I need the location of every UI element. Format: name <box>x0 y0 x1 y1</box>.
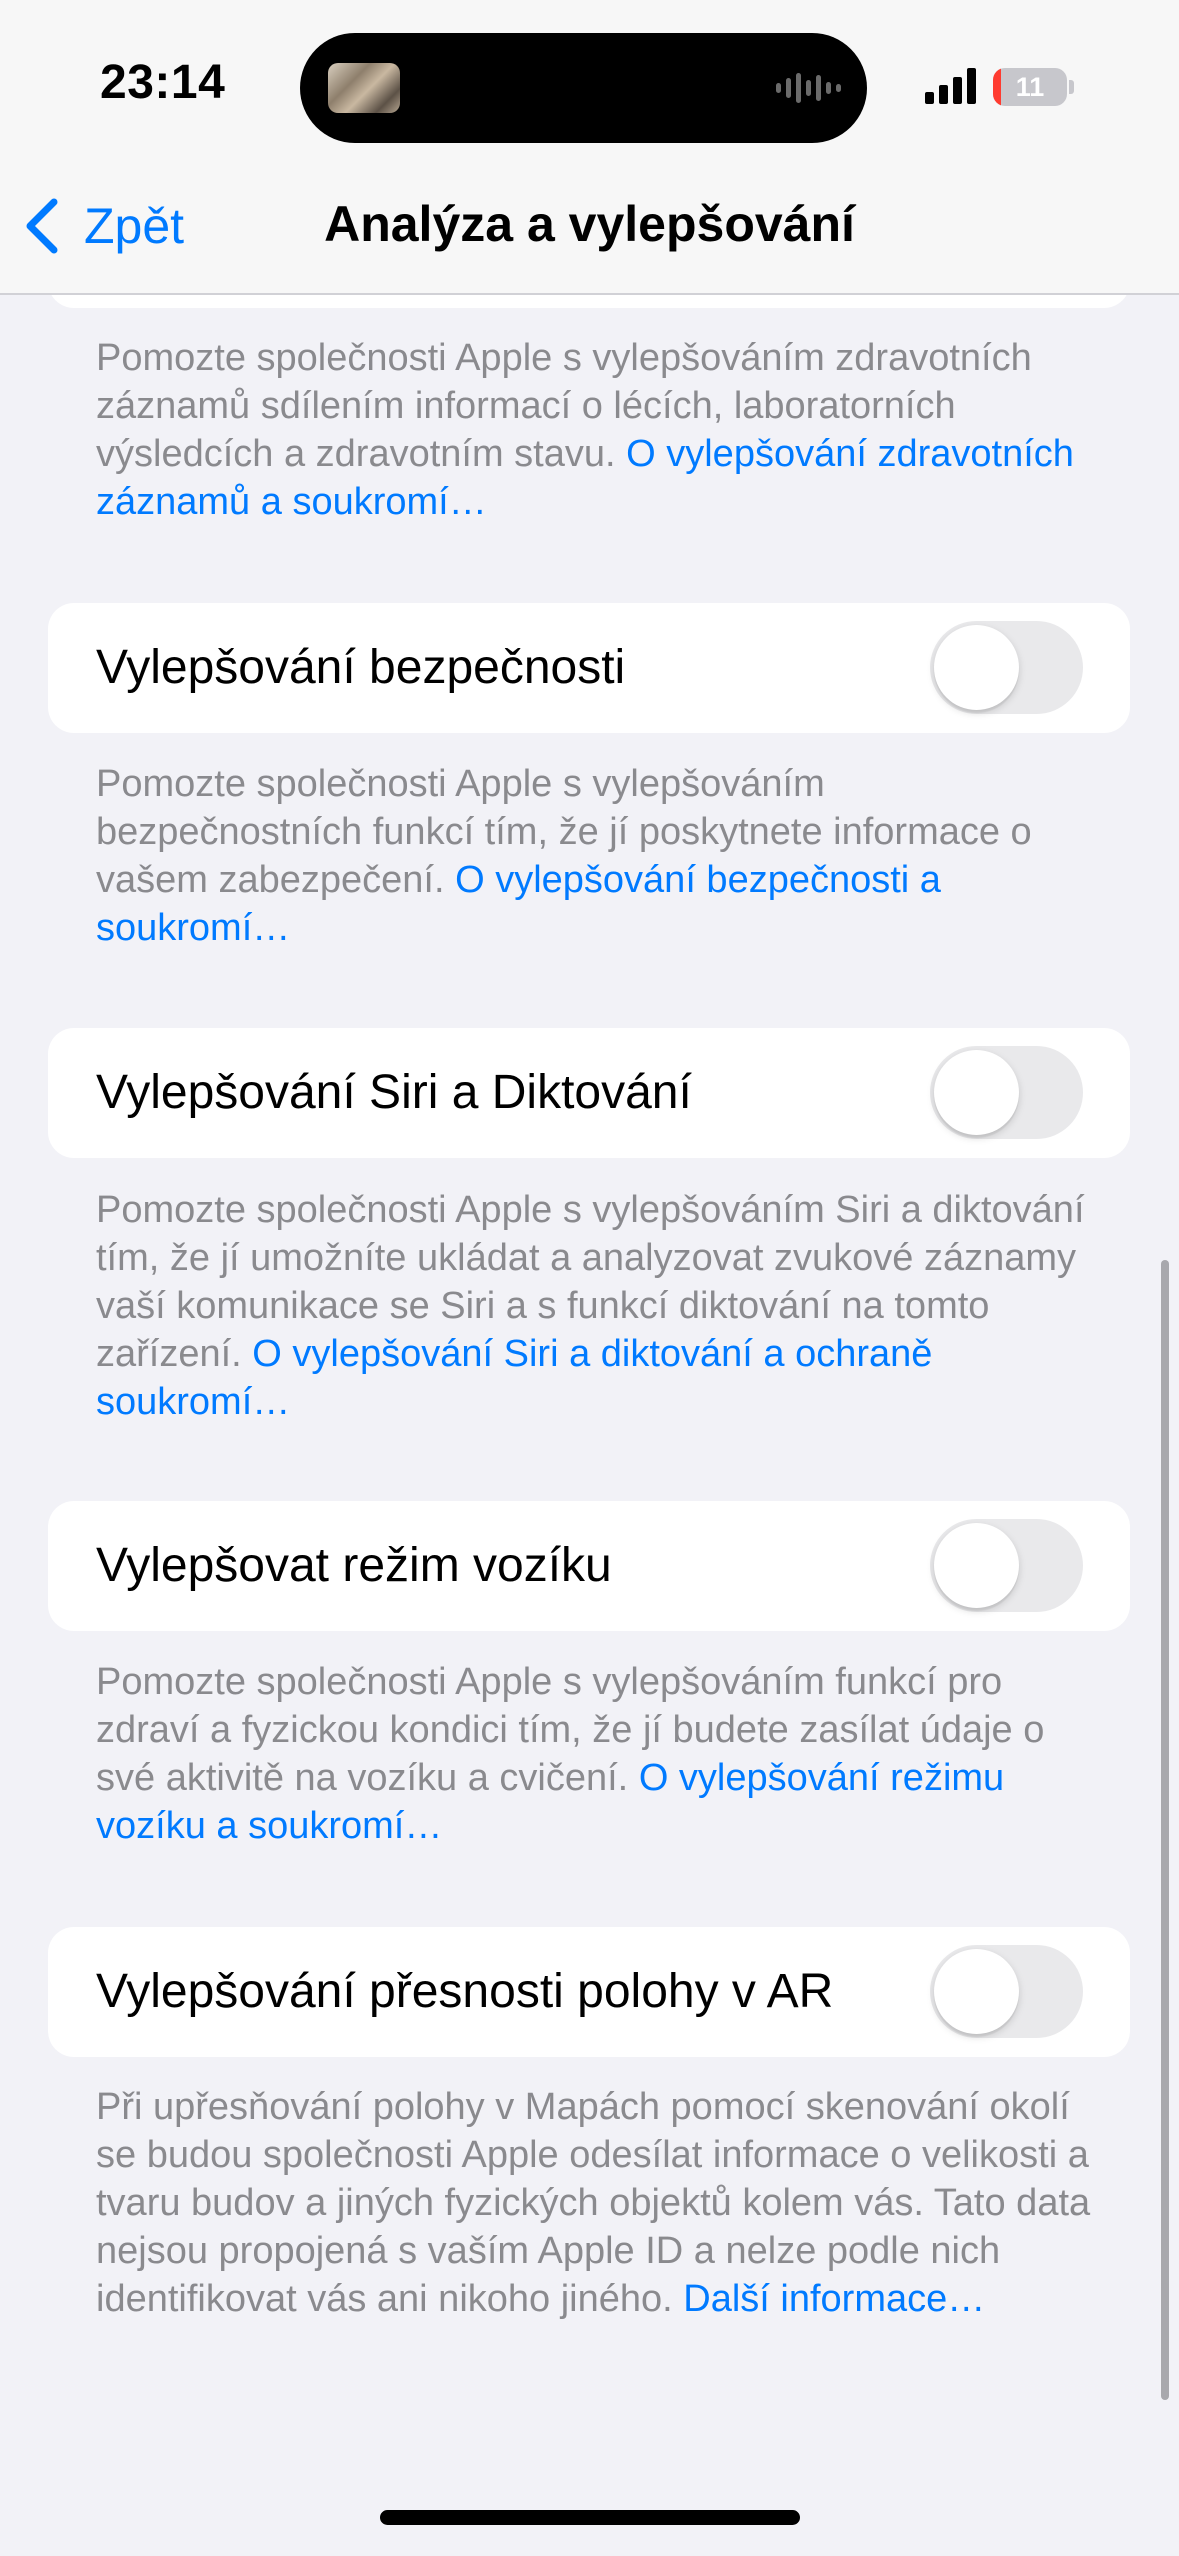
siri-footer: Pomozte společnosti Apple s vylepšováním… <box>96 1186 1096 1426</box>
ar-location-footer: Při upřesňování polohy v Mapách pomocí s… <box>96 2083 1096 2323</box>
wheelchair-improvement-label: Vylepšovat režim vozíku <box>96 1539 612 1592</box>
battery-icon: 11 <box>993 68 1067 106</box>
battery-percentage: 11 <box>1015 72 1045 102</box>
toggle-knob <box>934 625 1019 710</box>
now-playing-artwork <box>328 63 400 113</box>
cellular-signal-icon <box>925 68 976 104</box>
status-bar: 23:14 11 <box>0 0 1179 175</box>
home-indicator[interactable] <box>380 2510 800 2525</box>
toggle-knob <box>934 1050 1019 1135</box>
siri-improvement-label: Vylepšování Siri a Diktování <box>96 1066 692 1119</box>
safety-footer: Pomozte společnosti Apple s vylepšováním… <box>96 760 1096 952</box>
ar-location-improvement-toggle[interactable] <box>930 1945 1083 2038</box>
safety-improvement-toggle[interactable] <box>930 621 1083 714</box>
health-records-footer: Pomozte společnosti Apple s vylepšováním… <box>96 334 1096 526</box>
page-title: Analýza a vylepšování <box>324 196 855 252</box>
toggle-knob <box>934 1949 1019 2034</box>
safety-improvement-row: Vylepšování bezpečnosti <box>48 603 1130 733</box>
dynamic-island[interactable] <box>300 33 867 143</box>
status-time: 23:14 <box>100 56 226 109</box>
audio-waveform-icon <box>776 71 841 105</box>
safety-improvement-label: Vylepšování bezpečnosti <box>96 641 626 694</box>
ar-location-improvement-row: Vylepšování přesnosti polohy v AR <box>48 1927 1130 2057</box>
ar-location-more-info-link[interactable]: Další informace… <box>683 2278 985 2320</box>
siri-improvement-toggle[interactable] <box>930 1046 1083 1139</box>
wheelchair-improvement-toggle[interactable] <box>930 1519 1083 1612</box>
ar-location-improvement-label: Vylepšování přesnosti polohy v AR <box>96 1965 834 2018</box>
siri-improvement-row: Vylepšování Siri a Diktování <box>48 1028 1130 1158</box>
battery-cap <box>1069 80 1074 94</box>
wheelchair-footer: Pomozte společnosti Apple s vylepšováním… <box>96 1658 1096 1850</box>
navigation-bar: 23:14 11 Zpět Analýza a vylepšování <box>0 0 1179 295</box>
toggle-knob <box>934 1523 1019 1608</box>
wheelchair-improvement-row: Vylepšovat režim vozíku <box>48 1501 1130 1631</box>
scroll-indicator[interactable] <box>1161 1260 1169 2400</box>
